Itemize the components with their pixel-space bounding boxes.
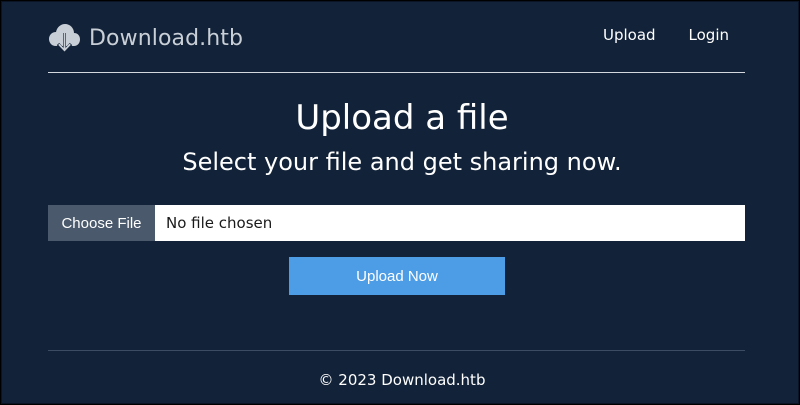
footer-copyright: © 2023 Download.htb xyxy=(318,371,486,389)
choose-file-button[interactable]: Choose File xyxy=(48,205,155,241)
brand-name: Download.htb xyxy=(89,25,244,51)
cloud-download-icon xyxy=(49,24,80,54)
header-divider xyxy=(48,72,745,73)
file-input[interactable]: Choose File No file chosen xyxy=(48,205,745,241)
page-title: Upload a file xyxy=(295,98,509,138)
header: Download.htb Upload Login xyxy=(48,16,745,60)
page-subtitle: Select your file and get sharing now. xyxy=(182,148,622,176)
nav-upload-link[interactable]: Upload xyxy=(603,26,656,44)
brand[interactable]: Download.htb xyxy=(48,18,243,58)
footer-divider xyxy=(48,350,745,351)
upload-now-button[interactable]: Upload Now xyxy=(289,257,505,295)
top-nav: Upload Login xyxy=(603,26,729,44)
page-frame: Download.htb Upload Login Upload a file … xyxy=(1,1,799,404)
nav-login-link[interactable]: Login xyxy=(689,26,729,44)
file-status-text: No file chosen xyxy=(166,214,273,232)
